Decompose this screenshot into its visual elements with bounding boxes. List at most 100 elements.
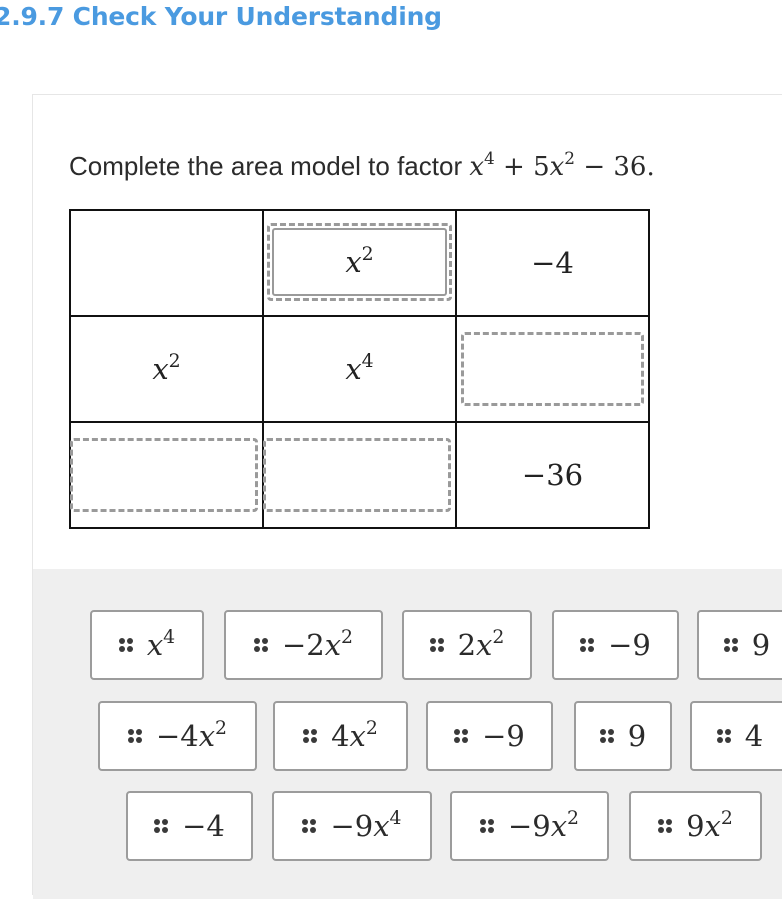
- drag-handle-icon: [127, 729, 142, 743]
- tile-term: −9x: [507, 809, 568, 843]
- area-cell-product-2-1: [262, 421, 457, 529]
- expr-exponent: 4: [484, 148, 495, 169]
- tile-label: −9: [608, 628, 651, 662]
- tile-exponent: 2: [215, 717, 228, 739]
- tile-label: x4: [147, 628, 175, 662]
- question-prompt: Complete the area model to factor x 4 + 5…: [69, 150, 655, 182]
- variable-x: x: [146, 628, 164, 662]
- tile-term: 4x: [331, 719, 366, 753]
- draggable-tile[interactable]: −9: [552, 610, 679, 680]
- variable-x: x: [373, 809, 390, 843]
- drag-handle-icon: [302, 819, 317, 833]
- drag-handle-icon: [658, 819, 673, 833]
- expr-constant: 36: [613, 152, 647, 182]
- tile-term: −9: [608, 628, 651, 662]
- question-card: Complete the area model to factor x4 + 5…: [32, 94, 782, 899]
- area-cell-left-factor-2: [69, 421, 264, 529]
- cell-value: −36: [521, 457, 584, 492]
- area-row: x2 x4: [69, 315, 650, 423]
- tile-exponent: 2: [492, 626, 505, 648]
- expr-term: x: [549, 152, 565, 182]
- cell-exponent: 4: [361, 350, 374, 372]
- area-cell-corner: [69, 209, 264, 317]
- page-title: 2.9.7 Check Your Understanding: [0, 2, 442, 31]
- tile-label: −9: [482, 719, 525, 753]
- drag-handle-icon: [454, 729, 469, 743]
- tile-term: −4x: [155, 719, 216, 753]
- draggable-tile[interactable]: −4x2: [98, 701, 257, 771]
- tile-label: 2x2: [458, 628, 505, 662]
- drop-zone-empty[interactable]: [70, 438, 258, 512]
- draggable-tile[interactable]: 9: [697, 610, 782, 680]
- drag-handle-icon: [118, 638, 133, 652]
- cell-term: x: [345, 351, 362, 386]
- tile-term: 9: [627, 719, 647, 753]
- tile-exponent: 4: [389, 807, 402, 829]
- area-cell-product-2-2: −36: [455, 421, 650, 529]
- drop-zone-filled[interactable]: x2: [267, 223, 452, 301]
- prompt-expression: x4 + 5x2 − 36.: [469, 150, 654, 182]
- drag-handle-icon: [253, 638, 268, 652]
- tile-label: −4: [182, 809, 225, 843]
- tile-term: −4: [182, 809, 225, 843]
- tile-term: −9: [482, 719, 525, 753]
- tile-label: 9: [628, 719, 646, 753]
- drag-handle-icon: [580, 638, 595, 652]
- tile-label: −4x2: [156, 719, 227, 753]
- expr-coef: 5: [533, 152, 550, 182]
- tile-term: −9x: [330, 809, 390, 843]
- drag-handle-icon: [154, 819, 169, 833]
- drag-handle-icon: [429, 638, 444, 652]
- area-cell-product-1-1: x4: [262, 315, 457, 423]
- tile-term: 9: [751, 628, 771, 662]
- tile-exponent: 2: [720, 807, 733, 829]
- cell-value: −4: [531, 245, 574, 280]
- draggable-tile[interactable]: −4: [126, 791, 253, 861]
- drag-handle-icon: [716, 729, 731, 743]
- prompt-text: Complete the area model to factor: [69, 151, 470, 181]
- drop-zone-empty[interactable]: [263, 438, 451, 512]
- draggable-tile[interactable]: 9: [574, 701, 672, 771]
- variable-x: x: [476, 628, 493, 662]
- draggable-tile[interactable]: 4x2: [273, 701, 408, 771]
- draggable-tile[interactable]: −2x2: [224, 610, 383, 680]
- area-model-table: x2 −4 x2 x4 −36: [69, 209, 650, 529]
- tile-exponent: 2: [567, 807, 580, 829]
- drop-zone-empty[interactable]: [461, 332, 644, 406]
- variable-x: x: [550, 809, 568, 843]
- expr-operator: +: [503, 152, 525, 182]
- area-cell-product-1-2: [455, 315, 650, 423]
- tile-term: −2x: [281, 628, 342, 662]
- variable-x: x: [704, 809, 721, 843]
- tile-label: −9x2: [508, 809, 579, 843]
- area-row: −36: [69, 421, 650, 529]
- drag-handle-icon: [599, 729, 614, 743]
- draggable-tile[interactable]: 2x2: [402, 610, 532, 680]
- tile-label: −2x2: [282, 628, 353, 662]
- tile-exponent: 4: [163, 626, 176, 648]
- tile-term: x: [147, 628, 163, 662]
- tile-exponent: 2: [341, 626, 354, 648]
- draggable-tile[interactable]: −9x4: [272, 791, 432, 861]
- area-cell-top-factor-2: −4: [455, 209, 650, 317]
- drag-handle-icon: [303, 729, 318, 743]
- area-cell-left-factor-1: x2: [69, 315, 264, 423]
- expr-operator: −: [583, 152, 606, 182]
- area-row: x2 −4: [69, 209, 650, 317]
- draggable-tile[interactable]: 9x2: [629, 791, 762, 861]
- draggable-tile[interactable]: x4: [90, 610, 204, 680]
- drag-handle-icon: [723, 638, 738, 652]
- draggable-tile[interactable]: 4: [690, 701, 782, 771]
- tile-term: 9x: [686, 809, 721, 843]
- draggable-tile[interactable]: −9: [426, 701, 553, 771]
- tile-label: 4x2: [331, 719, 378, 753]
- tile-label: 4: [745, 719, 763, 753]
- drag-handle-icon: [479, 819, 494, 833]
- variable-x: x: [324, 628, 342, 662]
- variable-x: x: [198, 719, 216, 753]
- cell-exponent: 2: [168, 350, 181, 372]
- tile-term: 4: [744, 719, 764, 753]
- tile-term: 2x: [457, 628, 493, 662]
- tile-label: 9x2: [686, 809, 733, 843]
- draggable-tile[interactable]: −9x2: [450, 791, 609, 861]
